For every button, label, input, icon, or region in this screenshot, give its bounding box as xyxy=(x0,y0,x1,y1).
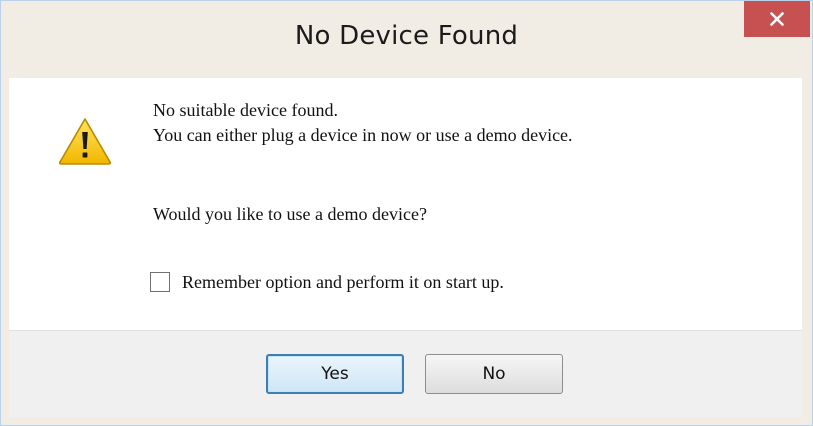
warning-icon xyxy=(57,116,113,166)
remember-checkbox[interactable] xyxy=(150,272,170,292)
close-button[interactable] xyxy=(744,1,810,37)
no-button[interactable]: No xyxy=(425,354,563,394)
dialog-title: No Device Found xyxy=(294,21,519,51)
message-area: No suitable device found. You can either… xyxy=(9,78,802,331)
yes-button[interactable]: Yes xyxy=(266,354,404,394)
remember-checkbox-label[interactable]: Remember option and perform it on start … xyxy=(182,270,504,294)
message-line-1: No suitable device found. xyxy=(153,100,338,120)
button-bar xyxy=(9,331,802,417)
close-icon xyxy=(770,12,784,26)
message-line-2: You can either plug a device in now or u… xyxy=(153,125,573,145)
title-bar[interactable]: No Device Found xyxy=(1,1,812,79)
question-text: Would you like to use a demo device? xyxy=(153,204,427,224)
